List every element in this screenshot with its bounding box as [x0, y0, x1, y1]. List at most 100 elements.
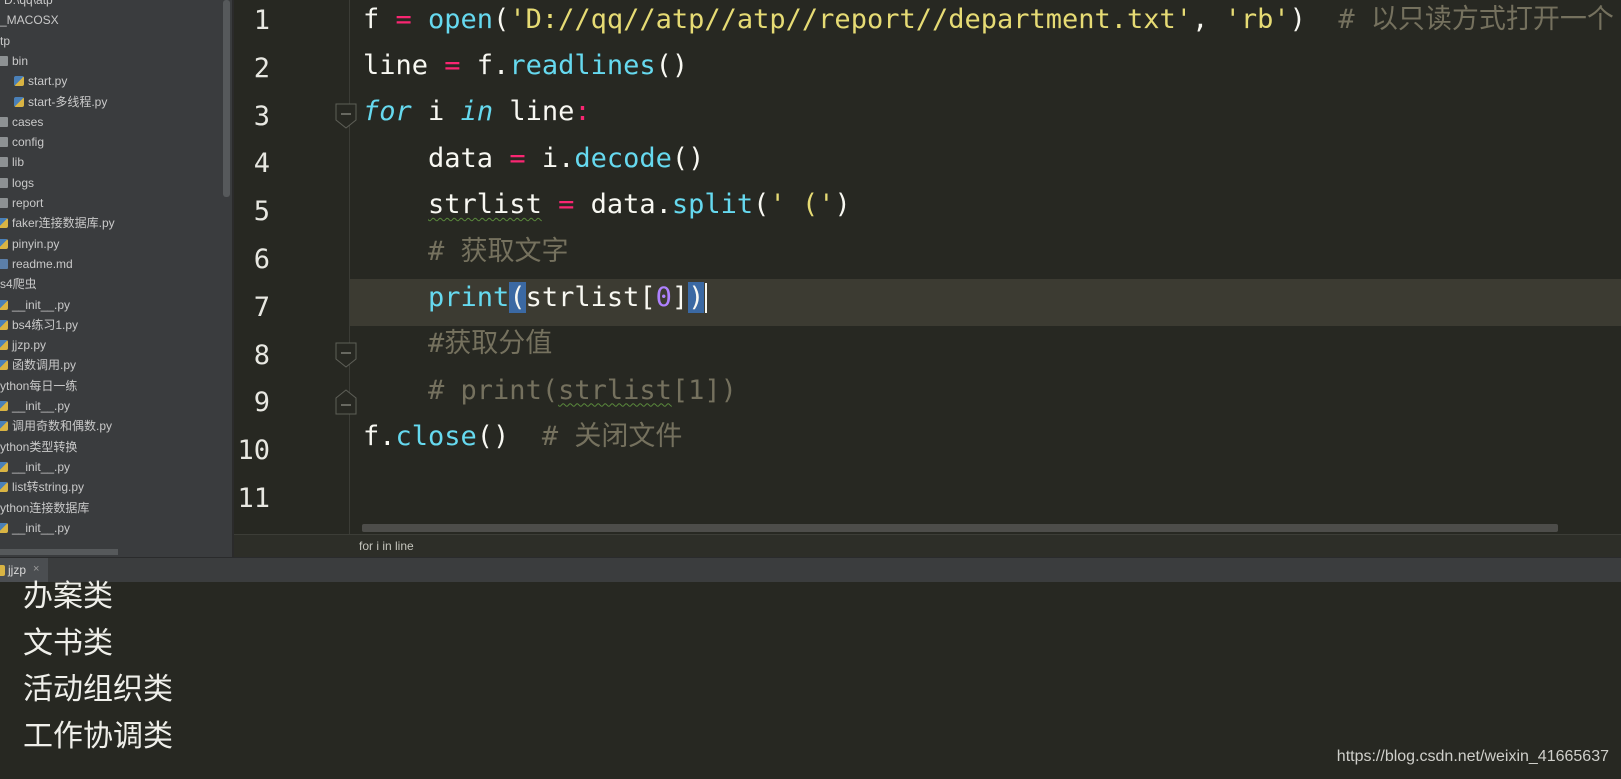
fold-marker-icon[interactable] — [335, 389, 357, 415]
tree-item-label: ython类型转换 — [0, 439, 78, 454]
code-token: = — [444, 49, 477, 81]
folder-icon — [0, 177, 8, 188]
code-token: readlines — [509, 49, 656, 81]
line-number[interactable]: 1 — [234, 0, 270, 45]
line-number[interactable]: 5 — [234, 188, 270, 236]
code-editor[interactable]: 1 2 3 4 5 6 7 8 9 10 11 f = open('D://qq//atp//atp… — [234, 0, 1621, 557]
tree-item[interactable]: bin — [0, 51, 222, 72]
line-number[interactable]: 4 — [234, 140, 270, 188]
tree-item[interactable]: jjzp.py — [0, 335, 222, 356]
tree-item-label: pinyin.py — [12, 236, 60, 251]
code-token: close — [395, 421, 477, 453]
code-token: () — [671, 142, 705, 174]
code-token: i — [411, 96, 461, 128]
tree-item[interactable]: __init__.py — [0, 295, 222, 316]
line-number-gutter[interactable]: 1 2 3 4 5 6 7 8 9 10 11 — [234, 0, 357, 534]
tree-item[interactable]: start-多线程.py — [0, 92, 222, 113]
code-token: 0 — [655, 281, 672, 313]
code-token: line — [363, 49, 445, 81]
code-line[interactable]: line = f.readlines() — [363, 42, 688, 89]
code-token: , — [1192, 3, 1225, 35]
tree-item-label: s4爬虫 — [0, 277, 37, 292]
line-number[interactable]: 3 — [234, 93, 270, 141]
code-token: open — [428, 3, 494, 35]
tree-item-label: bin — [12, 53, 29, 68]
code-token: ] — [671, 281, 689, 313]
console-output-line: 工作协调类 — [23, 718, 173, 754]
markdown-file-icon — [0, 258, 8, 269]
console-output-line: 活动组织类 — [23, 672, 173, 707]
code-line[interactable]: # 获取文字 — [363, 228, 569, 275]
tree-item[interactable]: 函数调用.py — [0, 355, 222, 376]
tree-item-label: __init__.py — [12, 399, 71, 413]
code-token: i. — [541, 142, 575, 174]
tree-item[interactable]: pinyin.py — [0, 234, 222, 255]
folder-icon — [0, 137, 8, 148]
tree-item[interactable]: ython每日一练 — [0, 376, 222, 397]
tree-item-label: 函数调用.py — [12, 358, 77, 373]
line-number[interactable]: 7 — [234, 284, 270, 332]
tree-item-label: list转string.py — [12, 480, 85, 495]
tree-item[interactable]: lib — [0, 152, 222, 173]
python-file-icon — [0, 299, 8, 310]
project-tree-horizontal-scrollbar[interactable] — [0, 549, 118, 555]
breadcrumb: for i in line — [234, 534, 1621, 557]
line-number[interactable]: 10 — [234, 427, 270, 475]
code-token: strlist — [428, 189, 542, 221]
tree-item[interactable]: __init__.py — [0, 396, 222, 417]
console-output-line: 办案类 — [23, 579, 113, 614]
tree-item[interactable]: faker连接数据库.py — [0, 213, 222, 234]
editor-horizontal-scrollbar[interactable] — [362, 524, 1558, 532]
tree-item[interactable]: start.py — [0, 71, 222, 92]
line-number[interactable]: 11 — [234, 475, 270, 523]
python-file-icon — [0, 482, 8, 493]
line-number[interactable]: 6 — [234, 236, 270, 284]
code-line[interactable]: f.close() # 关闭文件 — [363, 413, 682, 460]
tree-item[interactable]: _MACOSX — [0, 10, 222, 31]
tree-item[interactable]: ython类型转换 — [0, 437, 222, 458]
code-token: # 获取文字 — [428, 235, 569, 267]
line-number[interactable]: 8 — [234, 332, 270, 380]
code-token: = — [558, 189, 591, 221]
tree-item-label: lib — [12, 155, 25, 170]
code-token: ) — [1289, 3, 1339, 35]
fold-marker-icon[interactable] — [335, 103, 357, 129]
tree-item[interactable]: __init__.py — [0, 518, 222, 539]
code-line[interactable]: for i in line: — [363, 88, 591, 135]
tree-item[interactable]: logs — [0, 173, 222, 194]
code-line[interactable]: f = open('D://qq//atp//atp//report//depa… — [363, 0, 1614, 43]
gutter-border — [349, 0, 350, 534]
tree-item[interactable]: bs4练习1.py — [0, 315, 222, 336]
python-file-icon — [0, 218, 8, 229]
tree-item[interactable]: ython连接数据库 — [0, 498, 222, 519]
tree-item[interactable]: s4爬虫 — [0, 274, 222, 295]
tree-item[interactable]: report — [0, 193, 222, 214]
tree-item[interactable]: 调用奇数和偶数.py — [0, 416, 222, 437]
breadcrumb-label[interactable]: for i in line — [359, 539, 414, 553]
code-token: split — [671, 189, 754, 221]
tree-item[interactable]: cases — [0, 112, 222, 133]
tree-item-label: report — [12, 196, 44, 210]
line-number[interactable]: 9 — [234, 379, 270, 427]
tree-item-label: bs4练习1.py — [12, 317, 79, 332]
code-token: ( — [509, 281, 526, 313]
console-output-line: 文书类 — [23, 625, 113, 661]
tree-item[interactable]: __init__.py — [0, 457, 222, 478]
python-file-icon — [14, 96, 24, 107]
code-line[interactable]: data = i.decode() — [363, 135, 704, 182]
tree-item[interactable]: config — [0, 132, 222, 153]
tree-item-label: tp — [0, 33, 11, 48]
code-line[interactable]: print(strlist[0]) — [363, 274, 708, 321]
tree-item[interactable]: list转string.py — [0, 477, 222, 498]
tree-item-label: start.py — [28, 74, 68, 89]
code-line[interactable]: # print(strlist[1]) — [363, 367, 737, 414]
code-line[interactable]: #获取分值 — [363, 320, 552, 367]
tree-item[interactable]: tp — [0, 31, 222, 52]
project-tree-scrollbar[interactable] — [223, 0, 230, 197]
line-number[interactable]: 2 — [234, 45, 270, 93]
code-line[interactable]: strlist = data.split(' (') — [363, 181, 851, 228]
code-token: print — [428, 281, 510, 313]
fold-marker-icon[interactable] — [335, 342, 357, 368]
tree-item[interactable]: readme.md — [0, 254, 222, 275]
